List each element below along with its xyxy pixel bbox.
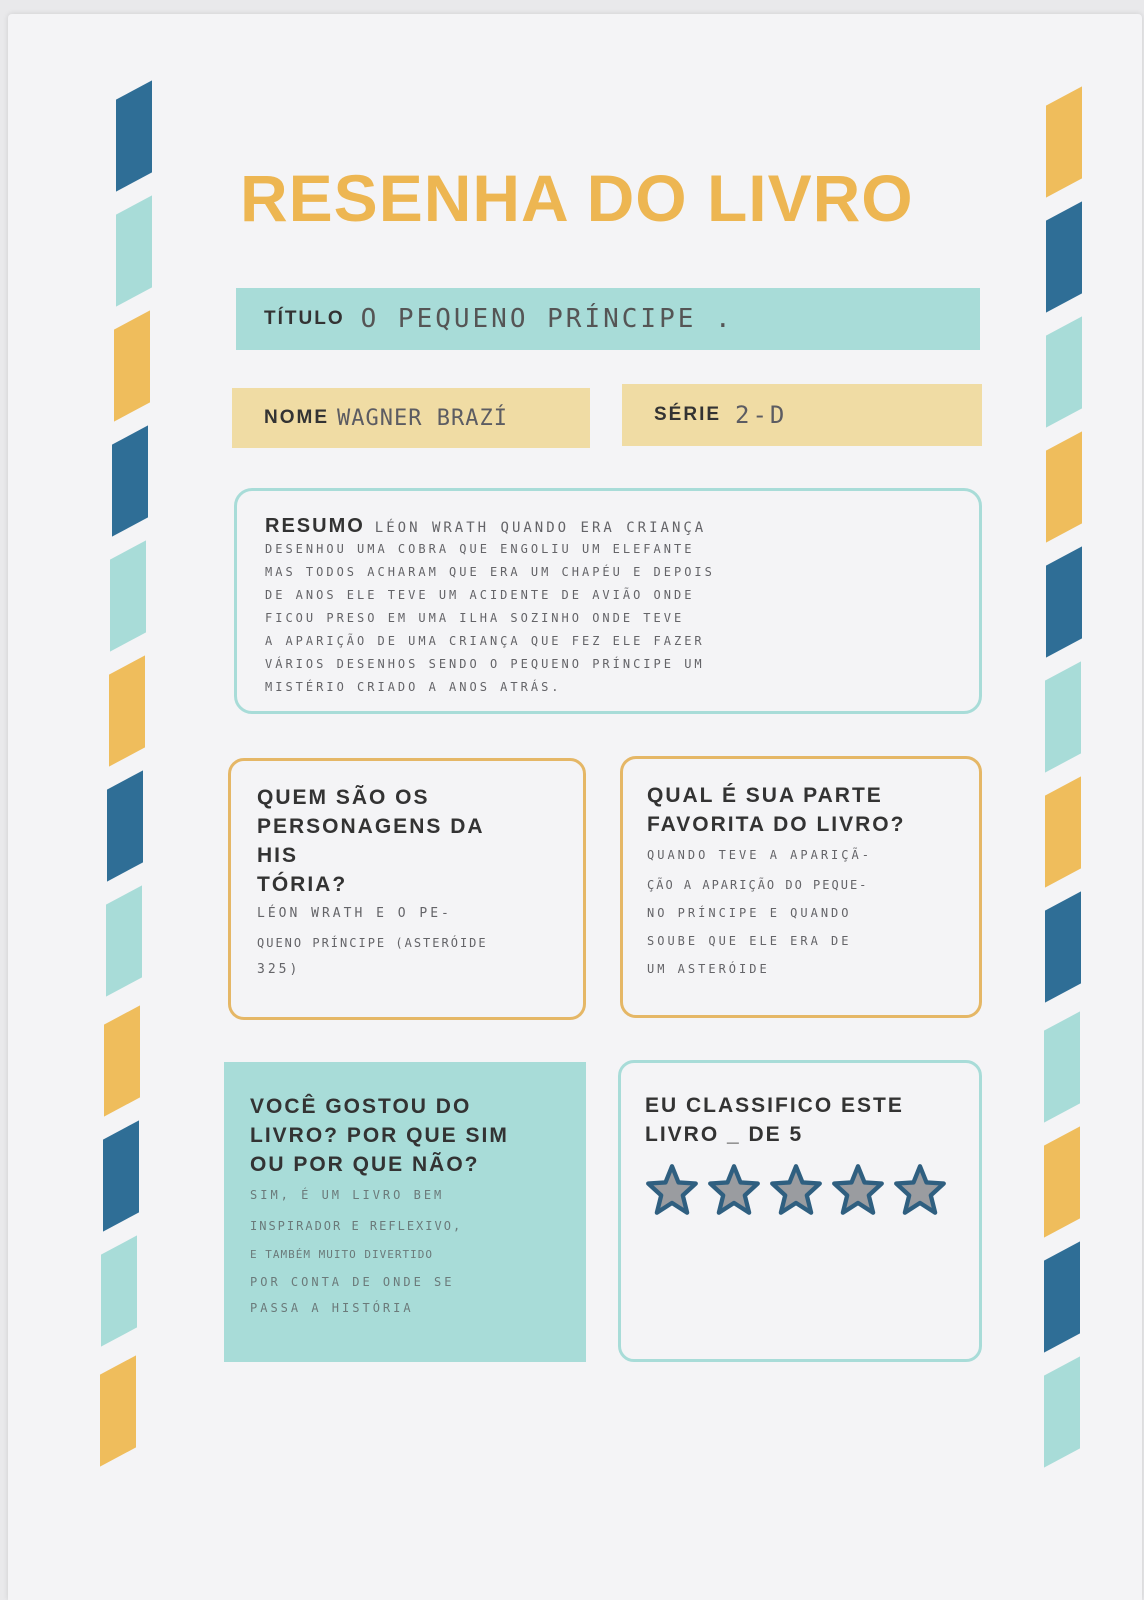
classifico-box: EU CLASSIFICO ESTE LIVRO _ DE 5 <box>618 1060 982 1362</box>
answer-line: POR CONTA DE ONDE SE <box>250 1275 455 1289</box>
titulo-label: TÍTULO <box>264 308 345 329</box>
border-stripe <box>1045 891 1081 1003</box>
border-stripe <box>1046 546 1082 658</box>
question-line: VOCÊ GOSTOU DO <box>250 1095 472 1118</box>
border-stripe <box>1044 1126 1080 1238</box>
answer-line: INSPIRADOR E REFLEXIVO, <box>250 1219 463 1233</box>
border-stripe <box>1044 1241 1080 1353</box>
nome-label: NOME <box>264 407 329 428</box>
resumo-line: FICOU PRESO EM UMA ILHA SOZINHO ONDE TEV… <box>265 611 685 625</box>
border-stripe <box>107 770 143 882</box>
border-stripe <box>1045 661 1081 773</box>
star-icon <box>894 1164 946 1215</box>
border-stripe <box>110 540 146 652</box>
border-stripe <box>1045 776 1081 888</box>
border-stripe <box>116 195 152 307</box>
resumo-line: DESENHOU UMA COBRA QUE ENGOLIU UM ELEFAN… <box>265 542 695 556</box>
border-stripe <box>103 1120 139 1232</box>
answer-line: PASSA A HISTÓRIA <box>250 1301 414 1315</box>
border-stripe <box>1044 1356 1080 1468</box>
resumo-box: RESUMO LÉON WRATH QUANDO ERA CRIANÇA DES… <box>234 488 982 714</box>
titulo-bar: TÍTULO O PEQUENO PRÍNCIPE . <box>236 288 980 350</box>
star-icon <box>770 1164 822 1215</box>
answer-line: QUENO PRÍNCIPE (ASTERÓIDE <box>257 936 488 950</box>
question-line: LIVRO _ DE 5 <box>645 1123 804 1146</box>
star-icon <box>832 1164 884 1215</box>
resumo-line: LÉON WRATH QUANDO ERA CRIANÇA <box>374 520 707 536</box>
answer-line: UM ASTERÓIDE <box>647 962 770 976</box>
border-stripe <box>106 885 142 997</box>
question-line: QUAL É SUA PARTE <box>647 784 883 807</box>
question-line: QUEM SÃO OS <box>257 786 430 809</box>
resumo-line: VÁRIOS DESENHOS SENDO O PEQUENO PRÍNCIPE… <box>265 657 705 671</box>
resumo-line: A APARIÇÃO DE UMA CRIANÇA QUE FEZ ELE FA… <box>265 634 705 648</box>
border-stripe <box>116 80 152 192</box>
border-stripe <box>112 425 148 537</box>
border-stripe <box>100 1355 136 1467</box>
resumo-label: RESUMO <box>265 515 365 537</box>
answer-line: E TAMBÉM MUITO DIVERTIDO <box>250 1248 433 1261</box>
resumo-line: MISTÉRIO CRIADO A ANOS ATRÁS. <box>265 680 562 694</box>
nome-bar: NOME WAGNER BRAZÍ <box>232 388 590 448</box>
answer-line: NO PRÍNCIPE E QUANDO <box>647 906 852 920</box>
question-line: FAVORITA DO LIVRO? <box>647 813 906 836</box>
answer-line: LÉON WRATH E O PE- <box>257 906 452 921</box>
answer-line: SIM, É UM LIVRO BEM <box>250 1188 445 1202</box>
answer-line: QUANDO TEVE A APARIÇÃ- <box>647 848 872 862</box>
question-line: OU POR QUE NÃO? <box>250 1153 480 1176</box>
star-rating <box>645 1163 967 1217</box>
titulo-value: O PEQUENO PRÍNCIPE . <box>360 304 734 334</box>
question-line: LIVRO? POR QUE SIM <box>250 1124 509 1147</box>
star-icon <box>708 1164 760 1215</box>
border-stripe <box>109 655 145 767</box>
question-line: EU CLASSIFICO ESTE <box>645 1094 904 1117</box>
border-stripe <box>1044 1011 1080 1123</box>
gostou-box: VOCÊ GOSTOU DO LIVRO? POR QUE SIM OU POR… <box>224 1062 586 1362</box>
answer-line: SOUBE QUE ELE ERA DE <box>647 934 852 948</box>
nome-value: WAGNER BRAZÍ <box>337 405 508 431</box>
serie-label: SÉRIE <box>654 404 722 425</box>
question-line: PERSONAGENS DA <box>257 815 485 838</box>
border-stripe <box>1046 431 1082 543</box>
answer-line: ÇÃO A APARIÇÃO DO PEQUE- <box>647 878 869 892</box>
border-stripe <box>101 1235 137 1347</box>
border-stripe <box>114 310 150 422</box>
page-title: RESENHA DO LIVRO <box>240 161 914 235</box>
personagens-box: QUEM SÃO OS PERSONAGENS DA HIS TÓRIA? LÉ… <box>228 758 586 1020</box>
favorita-box: QUAL É SUA PARTE FAVORITA DO LIVRO? QUAN… <box>620 756 982 1018</box>
resumo-line: MAS TODOS ACHARAM QUE ERA UM CHAPÉU E DE… <box>265 565 715 579</box>
question-line: TÓRIA? <box>257 873 348 896</box>
serie-value: 2-D <box>735 401 788 429</box>
star-icon <box>646 1164 698 1215</box>
border-stripe <box>1046 316 1082 428</box>
border-stripe <box>1046 201 1082 313</box>
serie-bar: SÉRIE 2-D <box>622 384 982 446</box>
resumo-line: DE ANOS ELE TEVE UM ACIDENTE DE AVIÃO ON… <box>265 588 695 602</box>
border-stripe <box>1046 86 1082 198</box>
border-stripe <box>104 1005 140 1117</box>
answer-line: 325) <box>257 962 301 977</box>
question-line: HIS <box>257 844 299 867</box>
